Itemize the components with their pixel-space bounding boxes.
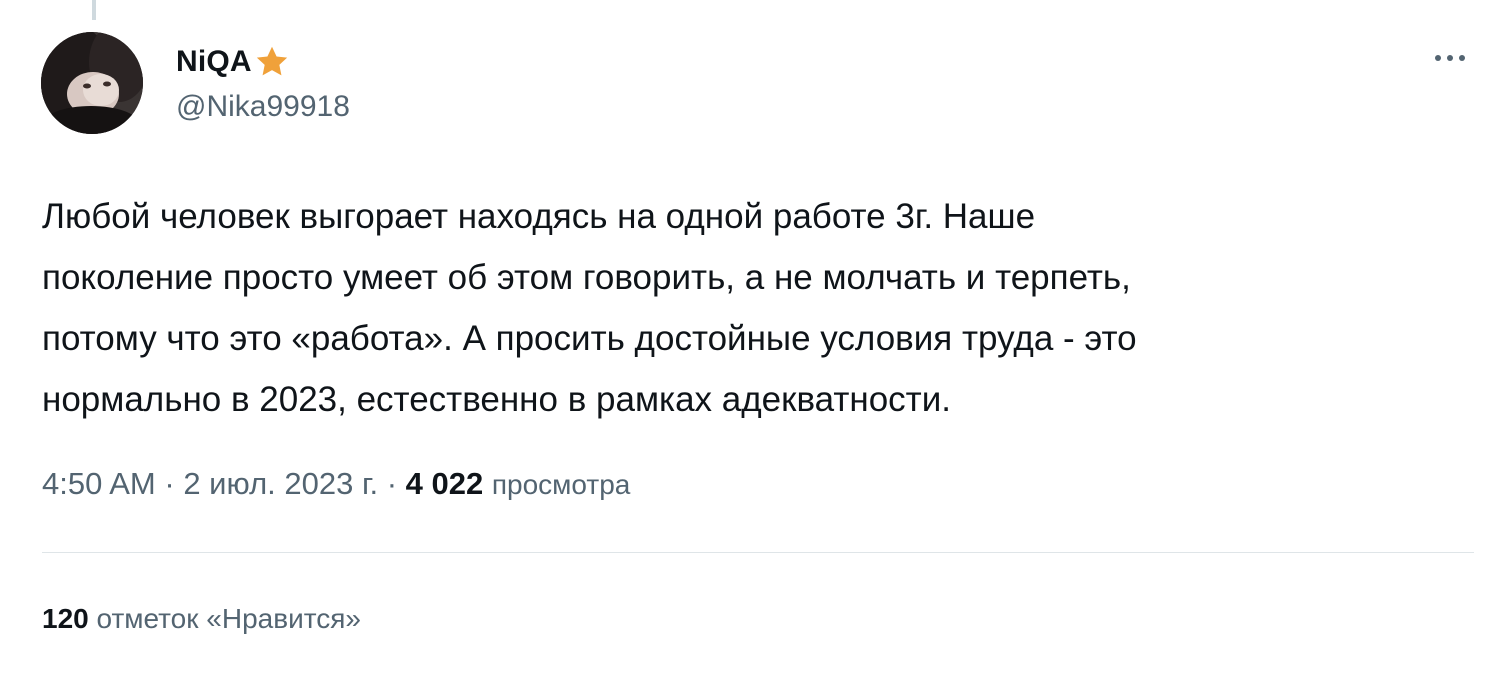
likes-label: отметок «Нравится» — [96, 603, 361, 634]
meta-separator: · — [386, 466, 398, 501]
tweet-date[interactable]: 2 июл. 2023 г. — [183, 466, 378, 501]
divider — [42, 552, 1474, 553]
tweet-text-line: поколение просто умеет об этом говорить,… — [42, 258, 1131, 297]
tweet-text-line: нормально в 2023, естественно в рамках а… — [42, 380, 951, 419]
tweet-text-line: потому что это «работа». А просить досто… — [42, 319, 1137, 358]
author-handle[interactable]: @Nika99918 — [176, 90, 350, 124]
tweet-time[interactable]: 4:50 AM — [42, 466, 156, 501]
meta-separator: · — [164, 466, 175, 501]
tweet-meta: 4:50 AM · 2 июл. 2023 г. · 4 022 просмот… — [42, 466, 630, 502]
avatar[interactable] — [41, 32, 143, 134]
likes-link[interactable]: 120 отметок «Нравится» — [42, 603, 361, 635]
star-icon — [254, 44, 290, 80]
views-label[interactable]: просмотра — [492, 469, 630, 500]
views-count[interactable]: 4 022 — [406, 466, 484, 501]
author-name-row[interactable]: NiQA — [176, 40, 290, 84]
avatar-image — [41, 32, 143, 134]
tweet-text-line: Любой человек выгорает находясь на одной… — [42, 197, 1036, 236]
tweet-text: Любой человек выгорает находясь на одной… — [42, 186, 1422, 430]
more-horizontal-icon — [1435, 55, 1465, 61]
thread-connector-line — [92, 0, 96, 20]
author-display-name[interactable]: NiQA — [176, 45, 252, 79]
more-options-button[interactable] — [1428, 40, 1472, 76]
likes-count: 120 — [42, 603, 89, 634]
